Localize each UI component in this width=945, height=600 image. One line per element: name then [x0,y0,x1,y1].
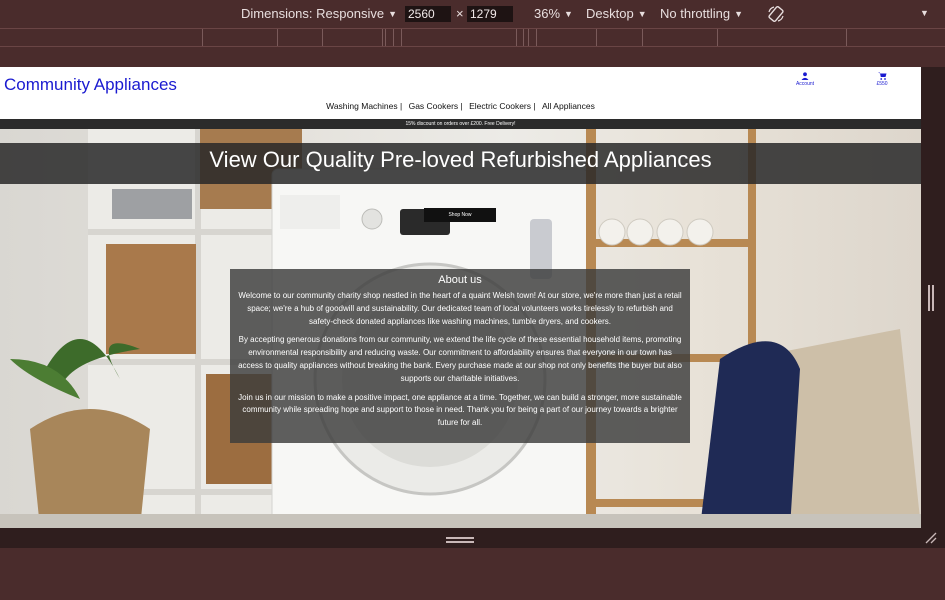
site-header: Community Appliances Account £550 Washin… [0,67,921,119]
account-label: Account [795,81,815,87]
main-nav: Washing Machines | Gas Cookers | Electri… [0,101,921,111]
zoom-label: 36% [534,6,561,21]
nav-gas-cookers[interactable]: Gas Cookers | [409,101,463,111]
about-heading: About us [438,274,482,286]
user-icon [801,72,809,80]
about-paragraph-2: By accepting generous donations from our… [238,335,682,383]
zoom-dropdown[interactable]: 36% ▼ [534,6,573,21]
site-logo[interactable]: Community Appliances [4,75,177,95]
chevron-down-icon: ▼ [564,8,573,19]
about-paragraph-3: Join us in our mission to make a positiv… [238,392,682,428]
resize-corner-icon[interactable] [925,532,937,544]
nav-washing-machines[interactable]: Washing Machines | [326,101,402,111]
hero-title: View Our Quality Pre-loved Refurbished A… [209,147,712,172]
nav-all-appliances[interactable]: All Appliances [542,101,595,111]
about-section: About us Welcome to our community charit… [230,269,690,443]
more-options-icon[interactable]: ▼ [920,8,929,18]
height-input[interactable]: 1279 [467,6,513,22]
dimensions-dropdown[interactable]: Dimensions: Responsive ▼ [241,6,397,21]
resize-height-handle[interactable] [446,537,474,543]
rotate-icon[interactable] [767,5,785,23]
throttling-label: No throttling [660,6,731,21]
account-link[interactable]: Account [785,72,825,87]
resize-width-handle[interactable] [928,285,934,311]
nav-electric-cookers[interactable]: Electric Cookers | [469,101,535,111]
emulated-viewport: Community Appliances Account £550 Washin… [0,67,921,528]
chevron-down-icon: ▼ [734,8,744,19]
cart-icon [877,72,886,80]
device-dropdown[interactable]: Desktop ▼ [586,6,647,21]
ruler-area [0,47,945,66]
throttling-dropdown[interactable]: No throttling ▼ [660,6,743,21]
cart-total: £550 [876,81,888,87]
width-input[interactable]: 2560 [405,6,451,22]
device-label: Desktop [586,6,634,21]
cart-link[interactable]: £550 [862,72,902,87]
chevron-down-icon: ▼ [637,8,647,19]
shop-now-button[interactable]: Shop Now [424,208,496,222]
about-paragraph-1: Welcome to our community charity shop ne… [238,291,682,326]
devtools-toolbar: Dimensions: Responsive ▼ 2560 × 1279 36%… [0,0,945,29]
times-sign: × [456,6,464,21]
chevron-down-icon: ▼ [388,8,397,19]
dimensions-label: Dimensions: Responsive [241,6,385,21]
promo-banner: 15% discount on orders over £200. Free D… [0,119,921,129]
media-query-bar[interactable] [0,29,945,47]
hero-section: View Our Quality Pre-loved Refurbished A… [0,129,921,528]
